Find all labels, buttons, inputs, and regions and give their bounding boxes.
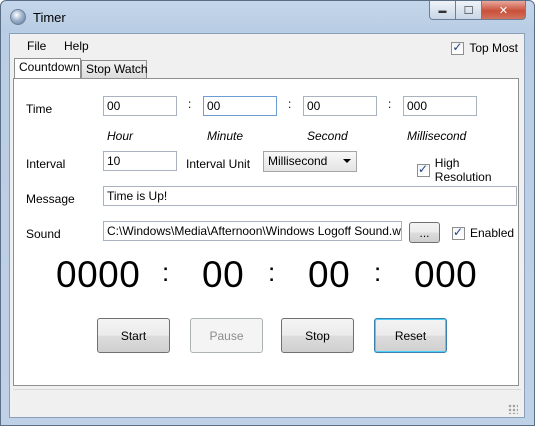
display-hours: 0000 — [56, 254, 141, 295]
tab-stop-watch[interactable]: Stop Watch — [81, 60, 148, 78]
chevron-down-icon — [343, 159, 351, 163]
display-minutes: 00 — [202, 254, 245, 295]
minute-unit-label: Minute — [207, 129, 244, 143]
timer-window: Timer ▬ ☐ ✕ File Help Top Most Countdown… — [0, 0, 535, 426]
display-milliseconds: 000 — [414, 254, 478, 295]
checkbox-icon — [417, 162, 430, 177]
maximize-icon: ☐ — [463, 4, 474, 17]
title-bar[interactable]: Timer ▬ ☐ ✕ — [1, 1, 534, 33]
checkbox-icon — [452, 225, 465, 240]
reset-button[interactable]: Reset — [374, 318, 447, 353]
minimize-icon: ▬ — [438, 5, 447, 15]
browse-button[interactable]: ... — [409, 222, 440, 243]
high-resolution-checkbox[interactable]: High Resolution — [417, 156, 518, 184]
display-separator: : — [268, 257, 276, 287]
sound-path-input[interactable]: C:\Windows\Media\Afternoon\Windows Logof… — [103, 221, 402, 241]
second-input[interactable]: 00 — [303, 96, 377, 116]
display-separator: : — [374, 257, 382, 287]
tab-countdown[interactable]: Countdown — [14, 58, 81, 78]
resize-grip-icon[interactable] — [508, 404, 518, 414]
checkbox-icon — [451, 40, 465, 55]
maximize-button[interactable]: ☐ — [456, 1, 482, 20]
message-input[interactable]: Time is Up! — [103, 186, 517, 206]
hour-unit-label: Hour — [107, 129, 134, 143]
second-unit-label: Second — [307, 129, 348, 143]
interval-input[interactable]: 10 — [103, 151, 177, 171]
status-bar — [13, 389, 521, 417]
window-title: Timer — [33, 10, 66, 25]
client-area: File Help Top Most Countdown Stop Watch … — [9, 33, 525, 418]
hour-input[interactable]: 00 — [103, 96, 177, 116]
interval-unit-select[interactable]: Millisecond — [263, 151, 357, 172]
close-button[interactable]: ✕ — [482, 1, 526, 20]
message-label: Message — [26, 192, 75, 206]
time-separator: : — [188, 97, 192, 111]
pause-button[interactable]: Pause — [190, 318, 263, 353]
window-controls: ▬ ☐ ✕ — [429, 1, 526, 21]
top-most-label: Top Most — [469, 41, 518, 55]
time-separator: : — [388, 97, 392, 111]
display-separator: : — [162, 257, 170, 287]
start-button[interactable]: Start — [97, 318, 170, 353]
sound-enabled-checkbox[interactable]: Enabled — [452, 225, 515, 240]
interval-unit-label: Interval Unit — [186, 157, 251, 171]
menu-file[interactable]: File — [27, 39, 46, 53]
interval-unit-value: Millisecond — [268, 154, 328, 168]
interval-label: Interval — [26, 157, 66, 171]
sound-label: Sound — [26, 227, 61, 241]
minute-input[interactable]: 00 — [203, 96, 277, 116]
time-separator: : — [288, 97, 292, 111]
top-most-checkbox[interactable]: Top Most — [451, 40, 518, 55]
display-seconds: 00 — [308, 254, 351, 295]
stop-button[interactable]: Stop — [281, 318, 354, 353]
menu-help[interactable]: Help — [64, 39, 89, 53]
close-icon: ✕ — [498, 4, 509, 17]
millisecond-input[interactable]: 000 — [403, 96, 477, 116]
enabled-label: Enabled — [470, 226, 515, 240]
countdown-panel: Time 00 : 00 : 00 : 000 Hour Minute Seco… — [13, 78, 519, 386]
menu-bar: File Help Top Most — [10, 34, 524, 58]
millisecond-unit-label: Millisecond — [407, 129, 467, 143]
app-icon — [10, 9, 26, 25]
time-label: Time — [26, 102, 53, 116]
minimize-button[interactable]: ▬ — [429, 1, 456, 20]
high-resolution-label: High Resolution — [434, 156, 492, 184]
